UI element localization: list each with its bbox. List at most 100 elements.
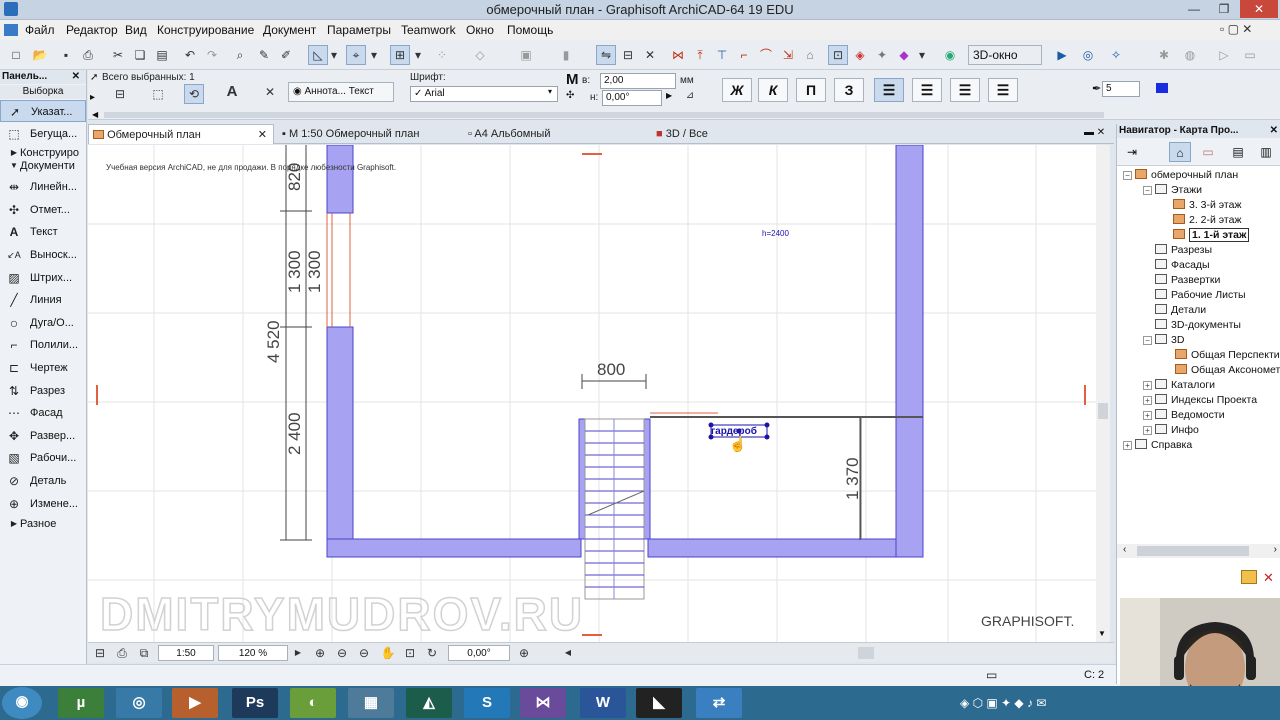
toolbox-pointer[interactable]: ➚ Указат... — [0, 100, 86, 122]
toolbox-interior-elevation[interactable]: ✥ Развер... — [0, 425, 86, 447]
menu-help[interactable]: Помощь — [507, 23, 553, 37]
text-icon[interactable]: A — [222, 82, 242, 102]
navigator-menu-icon[interactable]: ⇥ — [1121, 142, 1143, 162]
tree-item-interior-elevations[interactable]: Развертки — [1155, 273, 1220, 288]
adjust-icon[interactable]: ⤒ — [690, 45, 710, 65]
tab-layout-1-50[interactable]: ▪ M 1:50 Обмерочный план — [278, 124, 458, 144]
toolbox-dimension[interactable]: ⇹ Линейн... — [0, 176, 86, 198]
toolbox-arc[interactable]: ○ Дуга/О... — [0, 312, 86, 334]
grid-snap-icon[interactable]: ⌖ — [346, 45, 366, 65]
strikethrough-button[interactable]: З — [834, 78, 864, 102]
tree-item-stories[interactable]: − Этажи — [1143, 183, 1202, 198]
minimize-icon[interactable]: — — [1180, 0, 1208, 18]
font-select[interactable]: ✓ Arial — [410, 86, 558, 102]
text-angle-input[interactable]: 0,00° — [602, 90, 662, 106]
navigator-settings-icon[interactable] — [1241, 570, 1257, 584]
3d-window-button[interactable]: 3D-окно — [968, 45, 1042, 65]
syringe-icon[interactable]: ✐ — [276, 45, 296, 65]
toolbox-fill[interactable]: ▨ Штрих... — [0, 267, 86, 289]
offset-icon[interactable]: ⇲ — [778, 45, 798, 65]
text-style-icon[interactable]: ⊟ — [110, 84, 130, 104]
cut-icon[interactable]: ✂ — [108, 45, 128, 65]
more-icon[interactable]: ▸ — [90, 92, 95, 103]
menu-options[interactable]: Параметры — [327, 23, 391, 37]
toolbox-polyline[interactable]: ⌐ Полили... — [0, 334, 86, 356]
arrow-right-icon[interactable]: ▶ — [666, 91, 672, 100]
tree-item-schedules[interactable]: + Ведомости — [1143, 408, 1225, 423]
camera-icon[interactable]: ▶ — [1052, 45, 1072, 65]
toolbox-section[interactable]: ⇅ Разрез — [0, 380, 86, 402]
app-green-icon[interactable]: ◐ — [290, 688, 336, 718]
media-player-icon[interactable]: ▶ — [172, 688, 218, 718]
orientation-icon[interactable]: ⊕ — [514, 643, 534, 661]
floor-plan-canvas[interactable]: 4 520 820 1 300 1 300 2 400 800 1 370 Уч… — [88, 145, 1102, 642]
zoom-field[interactable]: 120 % — [218, 645, 288, 661]
toolbox-worksheet[interactable]: ▧ Рабочи... — [0, 447, 86, 469]
teamviewer-icon[interactable]: ⇄ — [696, 688, 742, 718]
find-select-icon[interactable]: ⌕ — [230, 45, 250, 65]
print-icon[interactable]: ⎙ — [78, 45, 98, 65]
toolbox-elevation[interactable]: ⋯ Фасад — [0, 402, 86, 424]
tree-item-catalogs[interactable]: + Каталоги — [1143, 378, 1215, 393]
tab-a4-landscape[interactable]: ▫ A4 Альбомный — [464, 124, 644, 144]
new-file-icon[interactable]: □ — [6, 45, 26, 65]
arrow-right-icon[interactable]: › — [1274, 544, 1277, 555]
scale-field[interactable]: 1:50 — [158, 645, 214, 661]
toolbox-level[interactable]: ✣ Отмет... — [0, 199, 86, 221]
menu-window[interactable]: Окно — [466, 23, 494, 37]
menu-edit[interactable]: Редактор — [66, 23, 118, 37]
fit-window-icon[interactable]: ⊡ — [400, 643, 420, 661]
tree-item-perspective[interactable]: Общая Перспектива — [1175, 348, 1280, 363]
chevron-down-icon[interactable]: ▾ — [548, 87, 552, 96]
justify-button[interactable]: ☰ — [988, 78, 1018, 102]
globe-icon[interactable]: ◍ — [1180, 45, 1200, 65]
menu-app-icon[interactable] — [4, 24, 18, 36]
bold-button[interactable]: Ж — [722, 78, 752, 102]
toolbox-document-group[interactable]: ▼ Документи — [0, 158, 86, 174]
toolbox-drawing[interactable]: ⊏ Чертеж — [0, 357, 86, 379]
canvas-vertical-scrollbar[interactable]: ▼ — [1096, 145, 1110, 642]
align-left-button[interactable]: ☰ — [874, 78, 904, 102]
underline-button[interactable]: П — [796, 78, 826, 102]
restore-icon[interactable]: ▫ ▢ ✕ — [1220, 22, 1252, 36]
toolbox-marquee[interactable]: ⬚ Бегуща... — [0, 123, 86, 145]
navigator-delete-icon[interactable]: ✕ — [1263, 570, 1274, 586]
info-scroll-left[interactable]: ◀ — [92, 110, 98, 119]
archicad-old-icon[interactable]: ▦ — [348, 688, 394, 718]
trim-icon[interactable]: ⌐ — [734, 45, 754, 65]
zoom-out-icon[interactable]: ⊖ — [332, 643, 352, 661]
tree-item-details[interactable]: Детали — [1155, 303, 1206, 318]
render-icon[interactable]: ◉ — [940, 45, 960, 65]
element-icon[interactable]: ⊡ — [828, 45, 848, 65]
chrome-icon[interactable]: ◎ — [116, 688, 162, 718]
trace-icon[interactable]: ◇ — [470, 45, 490, 65]
zoom-in-icon[interactable]: ⊕ — [310, 643, 330, 661]
close-icon[interactable]: ✕ — [1240, 0, 1278, 18]
split-icon[interactable]: ⋈ — [668, 45, 688, 65]
project-map-icon[interactable]: ⌂ — [1169, 142, 1191, 162]
archicad-icon[interactable]: ◭ — [406, 688, 452, 718]
align-center-button[interactable]: ☰ — [912, 78, 942, 102]
tree-item-story-2[interactable]: 2. 2-й этаж — [1173, 213, 1241, 228]
anchor-icon[interactable]: ⬚ — [148, 84, 168, 104]
solid-ops-icon[interactable]: ◈ — [850, 45, 870, 65]
play-icon[interactable]: ▷ — [1214, 45, 1234, 65]
rotate-icon[interactable]: ⟲ — [184, 84, 204, 104]
tree-item-axonometry[interactable]: Общая Аксонометрия — [1175, 363, 1280, 378]
tray-icons[interactable]: ◈ ⬡ ▣ ✦ ◆ ♪ ✉ — [960, 696, 1046, 710]
dropdown-icon[interactable]: ▾ — [328, 45, 340, 65]
layer-combo-icon[interactable]: ⊟ — [90, 643, 110, 661]
info-scrollbar[interactable] — [104, 112, 1104, 118]
tree-item-sections[interactable]: Разрезы — [1155, 243, 1212, 258]
model-view-icon[interactable]: ⧉ — [134, 643, 154, 661]
start-button-icon[interactable]: ◉ — [2, 687, 42, 719]
tree-item-project-indexes[interactable]: + Индексы Проекта — [1143, 393, 1257, 408]
open-file-icon[interactable]: 📂 — [30, 45, 50, 65]
dropdown-icon[interactable]: ▾ — [916, 45, 928, 65]
view-map-icon[interactable]: ▭ — [1197, 142, 1219, 162]
tree-item-elevations[interactable]: Фасады — [1155, 258, 1210, 273]
tree-item-help[interactable]: + Справка — [1123, 438, 1192, 453]
toolbox-line[interactable]: ╱ Линия — [0, 289, 86, 311]
tab-overflow-icon[interactable]: ▬ ✕ — [1084, 127, 1105, 138]
orbit-icon[interactable]: ◎ — [1078, 45, 1098, 65]
